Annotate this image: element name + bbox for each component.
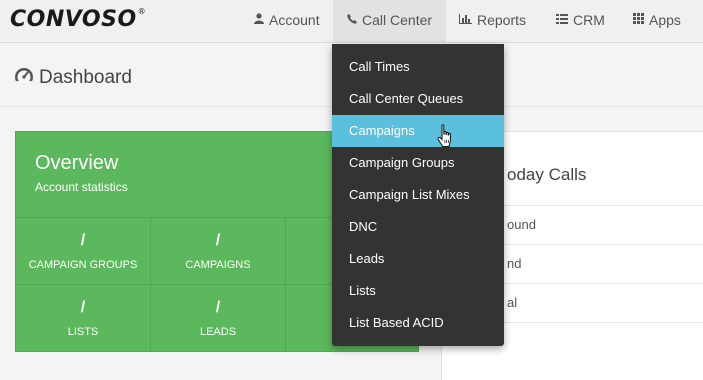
grid-icon <box>633 13 644 24</box>
stat-value: / <box>80 232 86 249</box>
logo-reg-mark: ® <box>137 7 147 16</box>
call-center-dropdown-menu: Call Times Call Center Queues Campaigns … <box>332 44 504 346</box>
menu-item-list-based-acid[interactable]: List Based ACID <box>332 307 504 339</box>
stat-campaign-groups[interactable]: / CAMPAIGN GROUPS <box>16 218 151 285</box>
brand-logo[interactable]: CONVOSO® <box>10 7 146 32</box>
nav-crm[interactable]: CRM <box>542 0 619 42</box>
menu-item-call-center-queues[interactable]: Call Center Queues <box>332 83 504 115</box>
nav-call-center-label: Call Center <box>362 12 433 28</box>
menu-item-lists[interactable]: Lists <box>332 275 504 307</box>
page-title: Dashboard <box>14 66 132 89</box>
menu-item-call-times[interactable]: Call Times <box>332 51 504 83</box>
nav-call-center[interactable]: Call Center <box>333 0 447 42</box>
stat-label: CAMPAIGN GROUPS <box>28 259 138 271</box>
stat-label: LISTS <box>67 326 99 338</box>
stat-label: CAMPAIGNS <box>185 259 251 271</box>
nav-apps[interactable]: Apps <box>619 0 695 42</box>
stat-value: / <box>80 299 86 316</box>
nav-account-label: Account <box>269 12 320 28</box>
nav-reports-label: Reports <box>477 12 527 28</box>
top-navbar: CONVOSO® Account Call Center Reports CRM… <box>0 0 703 43</box>
menu-item-campaign-list-mixes[interactable]: Campaign List Mixes <box>332 179 504 211</box>
stat-label: LEADS <box>199 326 237 338</box>
stat-value: / <box>215 232 221 249</box>
menu-item-leads[interactable]: Leads <box>332 243 504 275</box>
nav-reports[interactable]: Reports <box>445 0 540 42</box>
menu-item-campaign-groups[interactable]: Campaign Groups <box>332 147 504 179</box>
stat-leads[interactable]: / LEADS <box>151 285 286 352</box>
stat-campaigns[interactable]: / CAMPAIGNS <box>151 218 286 285</box>
stat-lists[interactable]: / LISTS <box>16 285 151 352</box>
menu-item-campaigns[interactable]: Campaigns <box>332 115 504 147</box>
nav-crm-label: CRM <box>573 12 605 28</box>
menu-item-dnc[interactable]: DNC <box>332 211 504 243</box>
logo-text: CONVOSO <box>10 7 137 32</box>
nav-apps-label: Apps <box>649 12 681 28</box>
phone-icon <box>347 14 357 24</box>
user-icon <box>254 13 264 24</box>
dashboard-gauge-icon <box>14 68 34 86</box>
page-title-text: Dashboard <box>39 67 132 88</box>
nav-account[interactable]: Account <box>240 0 334 42</box>
hand-pointer-cursor-icon <box>437 124 451 147</box>
list-icon <box>556 14 568 24</box>
stat-value: / <box>215 299 221 316</box>
bar-chart-icon <box>459 14 472 24</box>
